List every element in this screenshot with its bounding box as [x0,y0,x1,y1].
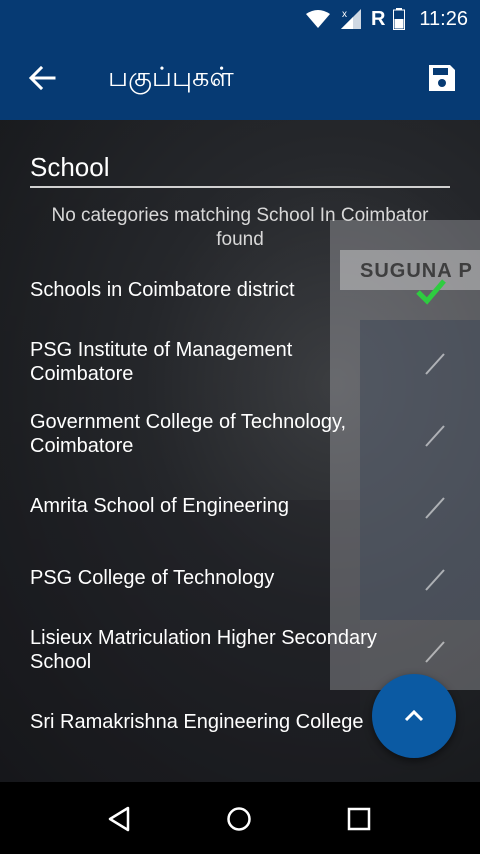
status-bar: x R 11:26 [0,0,480,38]
category-item-label: PSG College of Technology [30,567,275,589]
nav-home-button[interactable] [222,802,256,836]
signal-icon: x [340,9,361,29]
nav-back-icon [108,806,130,832]
check-unselected-icon[interactable] [414,490,448,524]
category-item[interactable]: Lisieux Matriculation Higher Secondary S… [30,620,450,680]
app-bar: பகுப்புகள் [0,38,480,120]
nav-home-icon [227,807,251,831]
arrow-left-icon [28,65,56,91]
no-match-message: No categories matching School In Coimbat… [51,205,429,250]
status-time: 11:26 [419,7,468,30]
category-item-label: Amrita School of Engineering [30,495,290,517]
check-unselected-icon[interactable] [414,634,448,668]
wifi-icon [305,10,330,28]
nav-recents-icon [347,807,371,831]
category-item-label: Sri Ramakrishna Engineering College [30,711,364,733]
nav-recents-button[interactable] [342,802,376,836]
check-unselected-icon[interactable] [414,346,448,380]
page-title: பகுப்புகள் [108,62,234,92]
category-item[interactable]: Government College of Technology, Coimba… [30,404,450,464]
network-type-label: R [370,7,386,30]
category-item[interactable]: Amrita School of Engineering [30,476,450,536]
category-item[interactable]: Schools in Coimbatore district [30,260,450,320]
save-icon [429,65,455,91]
check-unselected-icon[interactable] [414,418,448,452]
category-item[interactable]: PSG College of Technology [30,548,450,608]
svg-text:x: x [342,9,347,20]
check-selected-icon[interactable] [414,274,448,308]
category-item-label: Government College of Technology, Coimba… [30,411,347,457]
status-icons: x R 11:26 [305,5,468,33]
category-item-label: Schools in Coimbatore district [30,279,295,301]
save-button[interactable] [426,62,458,94]
system-nav-bar [0,782,480,854]
back-button[interactable] [24,60,60,96]
nav-back-button[interactable] [103,802,137,836]
battery-icon [393,8,406,30]
category-item-label: PSG Institute of Management Coimbatore [30,339,293,385]
category-item-label: Lisieux Matriculation Higher Secondary S… [30,627,377,673]
scroll-up-fab[interactable] [372,674,456,758]
category-search-input[interactable] [30,148,450,188]
category-item[interactable]: PSG Institute of Management Coimbatore [30,332,450,392]
check-unselected-icon[interactable] [414,562,448,596]
chevron-up-icon [404,709,424,722]
